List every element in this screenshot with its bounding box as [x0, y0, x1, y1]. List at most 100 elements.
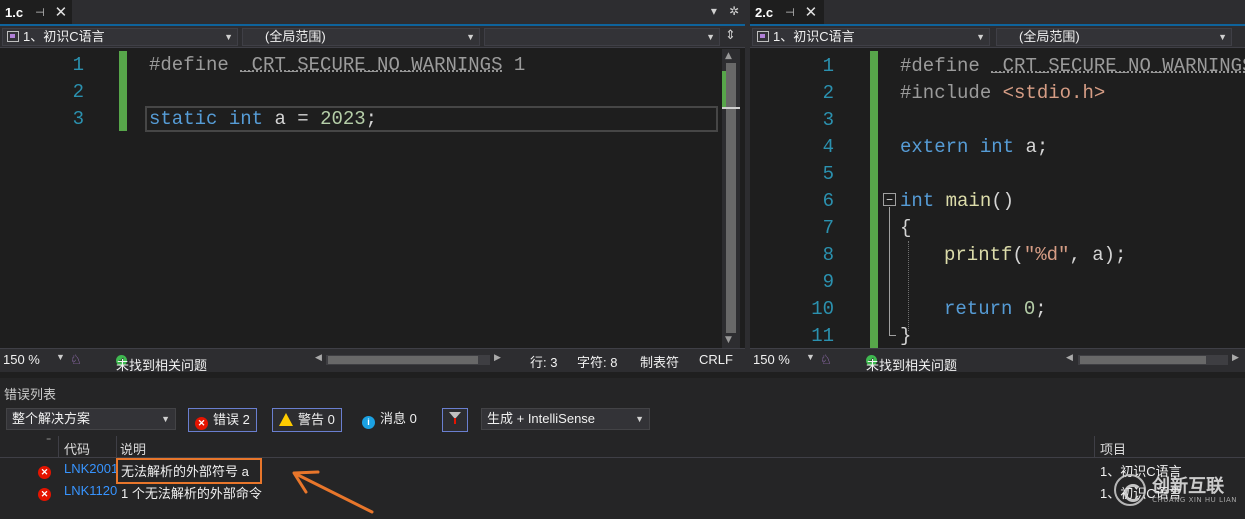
line-number: 1 [822, 55, 834, 77]
line-number: 2 [72, 81, 84, 103]
column-divider [1094, 436, 1095, 458]
editor-pane-2c: 2.c ⊣ ✕ 1、初识C语言 ▼ (全局范围) ▼ 1 2 3 4 5 6 7… [750, 0, 1245, 373]
project-dropdown[interactable]: 1、初识C语言 ▼ [2, 28, 238, 46]
caret-marker [722, 107, 740, 109]
zoom-level[interactable]: 150 % [753, 352, 790, 367]
collapse-icon[interactable]: − [883, 193, 896, 206]
char-indicator[interactable]: 字符: 8 [577, 352, 617, 371]
scroll-right-icon[interactable]: ▶ [494, 352, 501, 363]
macro-name: _CRT_SECURE_NO_WARNINGS [991, 55, 1245, 77]
scroll-thumb[interactable] [726, 63, 736, 333]
number-literal: 0 [1023, 298, 1036, 320]
chevron-down-icon[interactable]: ▼ [806, 352, 815, 362]
pin-icon[interactable]: ⊣ [35, 6, 45, 19]
column-description[interactable]: 说明 [120, 439, 146, 458]
messages-label: 消息 0 [380, 411, 417, 426]
code-editor[interactable]: 1 2 3 #define _CRT_SECURE_NO_WARNINGS 1 … [0, 49, 745, 348]
code-line-6: int main() [900, 190, 1014, 212]
code-line-10: return 0; [944, 298, 1047, 320]
code-line-7: { [900, 217, 912, 239]
scope-label: (全局范围) [265, 29, 326, 44]
scroll-thumb[interactable] [328, 356, 478, 364]
split-icon[interactable]: ⇕ [725, 28, 736, 43]
code-line-2: #include <stdio.h> [900, 82, 1105, 104]
code-line-1: #define _CRT_SECURE_NO_WARNINGS 1 [149, 54, 525, 76]
tab-mode[interactable]: 制表符 [640, 352, 679, 371]
change-marker [722, 71, 726, 107]
issues-text: 未找到相关问题 [116, 358, 208, 373]
code-editor[interactable]: 1 2 3 4 5 6 7 8 9 10 11 #define _CRT_SEC… [750, 49, 1245, 348]
column-code[interactable]: 代码 [64, 439, 90, 458]
warning-icon [279, 413, 293, 426]
scroll-down-icon[interactable]: ▼ [725, 335, 732, 345]
copilot-icon[interactable]: ♘ [70, 352, 82, 368]
zoom-level[interactable]: 150 % [3, 352, 40, 367]
error-list-toolbar: 整个解决方案 ▼ ✕ 错误 2 警告 0 i 消息 0 生成 + IntelliSe… [0, 406, 1245, 434]
column-divider [58, 436, 59, 458]
chevron-down-icon[interactable]: ▼ [56, 352, 65, 362]
line-number: 2 [822, 82, 834, 104]
line-number: 3 [822, 109, 834, 131]
chevron-down-icon: ▼ [706, 32, 715, 42]
tab-title: 1.c [5, 4, 24, 20]
editor-status-bar: 150 % ▼ ♘ ✓ 未找到相关问题 ◀ ▶ 行: 3 字符: 8 制表符 CR… [0, 348, 745, 373]
copilot-icon[interactable]: ♘ [820, 352, 832, 368]
horizontal-scrollbar[interactable] [326, 355, 490, 365]
watermark-text: 创新互联 [1152, 476, 1225, 496]
vertical-scrollbar[interactable]: ▲ ▼ [722, 49, 740, 348]
scope-dropdown[interactable]: 整个解决方案 ▼ [6, 408, 176, 430]
close-icon[interactable]: ✕ [805, 3, 818, 21]
scroll-thumb[interactable] [1080, 356, 1206, 364]
project-icon [757, 31, 769, 42]
scroll-left-icon[interactable]: ◀ [1066, 352, 1073, 363]
project-dropdown[interactable]: 1、初识C语言 ▼ [752, 28, 990, 46]
tab-list-dropdown-icon[interactable]: ▾ [711, 4, 717, 18]
messages-filter-button[interactable]: i 消息 0 [362, 408, 417, 432]
filter-button[interactable] [442, 408, 468, 432]
line-number: 11 [811, 325, 834, 347]
tab-1c[interactable]: 1.c ⊣ ✕ [0, 0, 72, 24]
keyword: int [228, 108, 264, 130]
column-project[interactable]: 项目 [1100, 439, 1126, 458]
errors-filter-button[interactable]: ✕ 错误 2 [188, 408, 257, 432]
navigation-bar: 1、初识C语言 ▼ (全局范围) ▼ [750, 26, 1245, 48]
line-ending[interactable]: CRLF [699, 352, 733, 367]
sort-icon[interactable]: ⁼ [46, 436, 51, 447]
pin-icon[interactable]: ⊣ [785, 6, 795, 19]
close-icon[interactable]: ✕ [55, 3, 68, 21]
function-name: main [945, 190, 992, 212]
line-number: 9 [822, 271, 834, 293]
error-code[interactable]: LNK2001 [64, 461, 118, 476]
include-header: <stdio.h> [1002, 82, 1106, 104]
scroll-right-icon[interactable]: ▶ [1232, 352, 1239, 363]
watermark-text-block: 创新互联 CHUANG XIN HU LIAN [1152, 476, 1237, 504]
scroll-left-icon[interactable]: ◀ [315, 352, 322, 363]
build-filter-dropdown[interactable]: 生成 + IntelliSense ▼ [481, 408, 650, 430]
arguments: , a); [1069, 244, 1127, 266]
scope-label: 整个解决方案 [12, 411, 91, 426]
scope-dropdown[interactable]: (全局范围) ▼ [242, 28, 480, 46]
annotation-highlight-box [116, 458, 262, 484]
scroll-up-icon[interactable]: ▲ [725, 51, 732, 61]
horizontal-scrollbar[interactable] [1078, 355, 1228, 365]
tab-2c[interactable]: 2.c ⊣ ✕ [750, 0, 824, 24]
project-label: 1、初识C语言 [23, 29, 105, 44]
chevron-down-icon: ▼ [466, 32, 475, 42]
change-indicator [870, 51, 878, 348]
warnings-filter-button[interactable]: 警告 0 [272, 408, 342, 432]
navigation-bar: 1、初识C语言 ▼ (全局范围) ▼ ▼ ⇕ [0, 26, 745, 48]
tab-strip: 2.c ⊣ ✕ [750, 0, 1245, 26]
line-indicator[interactable]: 行: 3 [530, 352, 557, 371]
member-dropdown[interactable]: ▼ [484, 28, 720, 46]
string-literal: "%d" [1023, 244, 1070, 266]
line-number: 7 [822, 217, 834, 239]
gear-icon[interactable]: ✲ [729, 4, 739, 18]
keyword: static [149, 108, 218, 130]
indent-guide [908, 241, 909, 331]
scope-dropdown[interactable]: (全局范围) ▼ [996, 28, 1232, 46]
scope-label: (全局范围) [1019, 29, 1080, 44]
directive: #define [149, 54, 229, 76]
error-code[interactable]: LNK1120 [64, 483, 118, 498]
column-divider [116, 436, 117, 458]
keyword: extern [900, 136, 969, 158]
